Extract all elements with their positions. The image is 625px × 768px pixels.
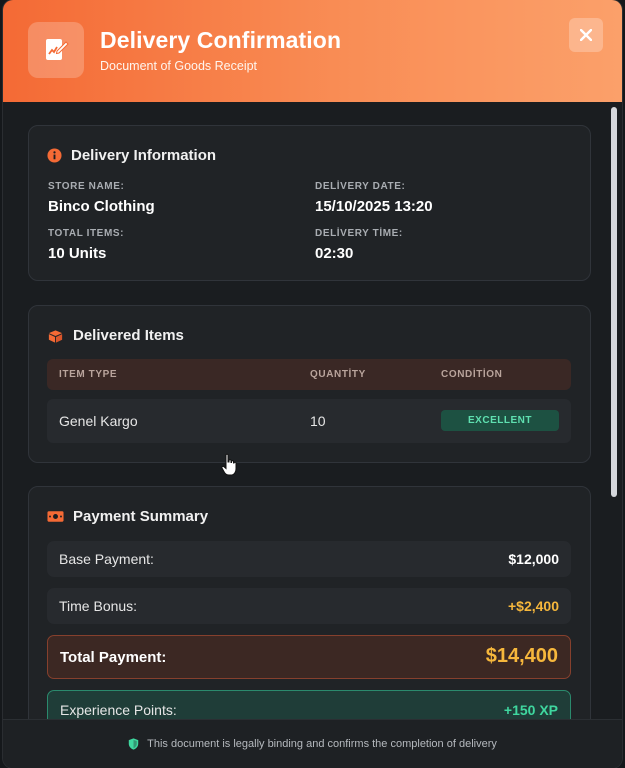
boxes-icon	[48, 329, 63, 343]
delivery-info-heading: Delivery Information	[47, 147, 216, 164]
delivery-confirmation-modal: Delivery Confirmation Document of Goods …	[3, 0, 622, 768]
delivery-date-value: 15/10/2025 13:20	[315, 198, 433, 215]
base-payment-label: Base Payment:	[59, 551, 154, 567]
time-bonus-row: Time Bonus: +$2,400	[47, 588, 571, 624]
scrollbar-thumb[interactable]	[611, 107, 617, 497]
table-row: Genel Kargo 10 EXCELLENT	[47, 399, 571, 443]
document-signature-icon	[28, 22, 84, 78]
shield-icon	[128, 738, 139, 750]
delivery-time-label: DELİVERY TİME:	[315, 228, 403, 239]
experience-points-row: Experience Points: +150 XP	[47, 690, 571, 720]
close-button[interactable]	[569, 18, 603, 52]
experience-points-value: +150 XP	[503, 702, 558, 718]
quantity-cell: 10	[310, 413, 326, 429]
delivered-items-card: Delivered Items ITEM TYPE QUANTİTY CONDİ…	[28, 305, 591, 463]
mouse-cursor-icon	[221, 453, 237, 476]
base-payment-value: $12,000	[508, 551, 559, 567]
info-circle-icon	[47, 148, 62, 163]
total-payment-label: Total Payment:	[60, 649, 167, 666]
time-bonus-value: +$2,400	[508, 598, 559, 614]
column-item-type: ITEM TYPE	[59, 369, 118, 380]
store-name-value: Binco Clothing	[48, 198, 155, 215]
payment-summary-card: Payment Summary Base Payment: $12,000 Ti…	[28, 486, 591, 720]
total-payment-value: $14,400	[485, 645, 558, 667]
delivery-date-label: DELİVERY DATE:	[315, 181, 406, 192]
total-items-value: 10 Units	[48, 245, 107, 262]
delivery-info-title: Delivery Information	[71, 147, 217, 164]
payment-summary-title: Payment Summary	[73, 508, 209, 525]
delivered-items-heading: Delivered Items	[47, 327, 184, 344]
condition-badge: EXCELLENT	[441, 410, 559, 431]
time-bonus-label: Time Bonus:	[59, 598, 138, 614]
store-name-label: STORE NAME:	[48, 181, 125, 192]
modal-title: Delivery Confirmation	[100, 27, 342, 53]
footer-text: This document is legally binding and con…	[147, 738, 497, 750]
modal-content[interactable]: Delivery Information STORE NAME: Binco C…	[3, 102, 622, 720]
column-quantity: QUANTİTY	[310, 369, 366, 380]
base-payment-row: Base Payment: $12,000	[47, 541, 571, 577]
items-table-header: ITEM TYPE QUANTİTY CONDİTİON	[47, 359, 571, 390]
delivery-time-value: 02:30	[315, 245, 354, 262]
experience-points-label: Experience Points:	[60, 702, 177, 718]
delivery-info-card: Delivery Information STORE NAME: Binco C…	[28, 125, 591, 281]
delivered-items-title: Delivered Items	[73, 327, 184, 344]
total-payment-row: Total Payment: $14,400	[47, 635, 571, 679]
column-condition: CONDİTİON	[441, 369, 503, 380]
modal-footer: This document is legally binding and con…	[3, 719, 622, 768]
modal-header: Delivery Confirmation Document of Goods …	[3, 0, 622, 102]
close-icon	[580, 29, 592, 41]
payment-summary-heading: Payment Summary	[47, 508, 208, 525]
money-bill-icon	[47, 511, 64, 522]
item-type-cell: Genel Kargo	[59, 413, 138, 429]
modal-subtitle: Document of Goods Receipt	[100, 59, 258, 73]
total-items-label: TOTAL ITEMS:	[48, 228, 125, 239]
